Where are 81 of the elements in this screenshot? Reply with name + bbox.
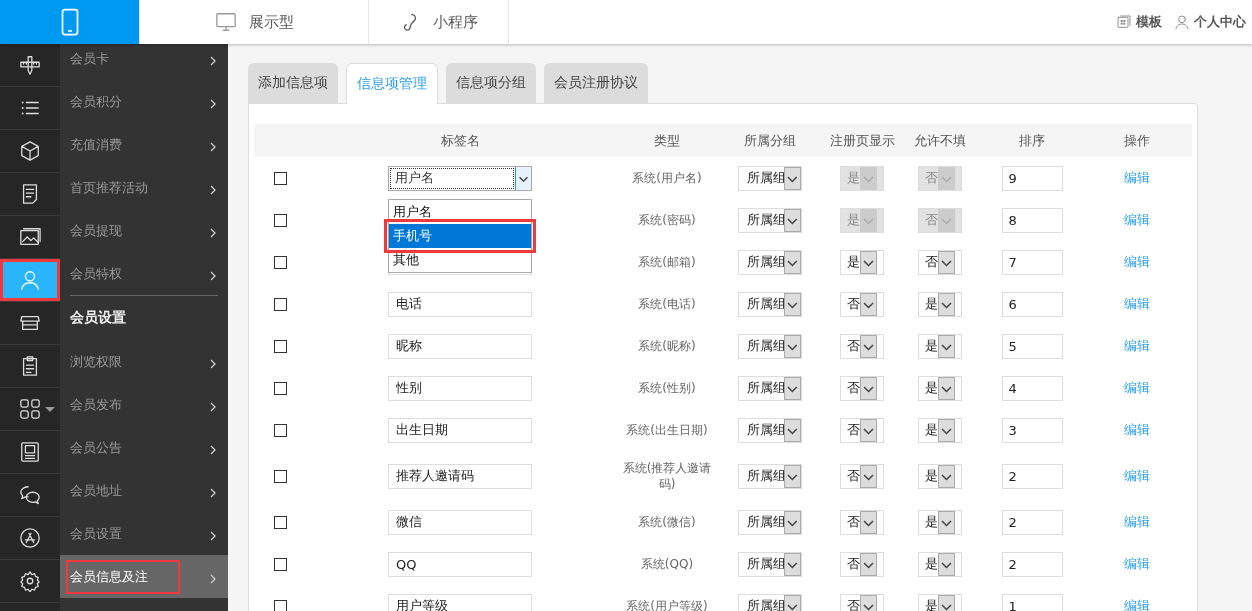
menu-item[interactable]: 充值消费 [60,123,228,166]
select-field[interactable]: 否 [840,375,884,401]
column-header: 排序 [1019,131,1045,150]
sort-field[interactable]: 5 [1001,333,1063,359]
select-field[interactable]: 是 [918,333,962,359]
type-text: 系统(电话) [637,296,697,312]
select-field[interactable]: 否 [918,249,962,275]
top-link[interactable]: 模板 [1116,13,1162,31]
select-field[interactable]: 否 [840,593,884,611]
sort-field[interactable]: 2 [1001,509,1063,535]
menu-item[interactable]: 会员发布 [60,383,228,426]
select-field[interactable]: 是 [918,463,962,489]
select-field: 是 [840,165,884,191]
dropdown-option[interactable]: 其他 [389,247,531,272]
select-field[interactable]: 是 [918,291,962,317]
text-field[interactable]: 出生日期 [388,417,532,443]
sort-field[interactable]: 4 [1001,375,1063,401]
type-text: 系统(微信) [637,514,697,530]
text-field[interactable]: QQ [388,551,532,577]
menu-item[interactable]: 会员提现 [60,209,228,252]
select-field: 否 [918,165,962,191]
text-field[interactable]: 推荐人邀请码 [388,463,532,489]
type-text: 系统(用户等级) [625,598,709,611]
select-field[interactable]: 是 [918,375,962,401]
select-field[interactable]: 用户名 [388,165,532,191]
menu-item[interactable]: 会员设置 [60,512,228,555]
sort-field[interactable]: 9 [1001,165,1063,191]
column-header: 类型 [654,131,680,150]
menu-item[interactable]: 会员卡 [60,44,228,80]
text-field[interactable]: 性别 [388,375,532,401]
column-header: 允许不填 [914,131,966,150]
column-header: 注册页显示 [829,131,895,150]
type-text: 系统(邮箱) [637,254,697,270]
menu-item[interactable]: 浏览权限 [60,340,228,383]
type-text: 系统(出生日期) [625,422,709,438]
sort-field[interactable]: 2 [1001,463,1063,489]
select-field[interactable]: 否 [840,463,884,489]
type-text: 系统(密码) [637,212,697,228]
section-heading: 会员设置 [69,308,127,327]
column-header: 标签名 [440,131,480,150]
select-field[interactable]: 是 [918,417,962,443]
menu-item[interactable]: 会员特权 [60,252,228,295]
top-link[interactable]: 个人中心 [1174,13,1246,31]
sort-field[interactable]: 1 [1001,593,1063,611]
select-field[interactable]: 否 [840,509,884,535]
nav-tab[interactable]: 展示型 [140,0,369,44]
tab[interactable]: 会员注册协议 [544,63,648,103]
menu-item[interactable]: 会员公告 [60,426,228,469]
menu-item[interactable]: 首页推荐活动 [60,166,228,209]
menu-item[interactable]: 会员地址 [60,469,228,512]
select-field[interactable]: 是 [918,551,962,577]
tab[interactable]: 添加信息项 [248,63,338,103]
select-field[interactable]: 是 [840,249,884,275]
column-header: 操作 [1124,131,1150,150]
select-field: 否 [918,207,962,233]
tab[interactable]: 信息项分组 [446,63,536,103]
menu-item[interactable]: 会员信息及注 [60,555,228,598]
sort-field[interactable]: 7 [1001,249,1063,275]
menu-item[interactable]: 会员积分 [60,80,228,123]
select-field[interactable]: 否 [840,551,884,577]
sort-field[interactable]: 6 [1001,291,1063,317]
select-field: 是 [840,207,884,233]
sort-field[interactable]: 3 [1001,417,1063,443]
select-field[interactable]: 否 [840,291,884,317]
type-text: 系统(推荐人邀请码) [621,460,713,492]
select-field[interactable]: 是 [918,509,962,535]
select-field[interactable]: 否 [840,417,884,443]
type-text: 系统(用户名) [631,170,703,186]
text-field[interactable]: 微信 [388,509,532,535]
dropdown-option[interactable]: 用户名 [389,199,531,224]
nav-tab[interactable]: 小程序 [369,0,509,44]
type-text: 系统(QQ) [639,556,695,572]
sort-field[interactable]: 8 [1001,207,1063,233]
column-header: 所属分组 [744,131,796,150]
select-field[interactable]: 否 [840,333,884,359]
type-text: 系统(昵称) [637,338,697,354]
sort-field[interactable]: 2 [1001,551,1063,577]
text-field[interactable]: 电话 [388,291,532,317]
type-text: 系统(性别) [637,380,697,396]
text-field[interactable]: 昵称 [388,333,532,359]
text-field[interactable]: 用户等级 [388,593,532,611]
